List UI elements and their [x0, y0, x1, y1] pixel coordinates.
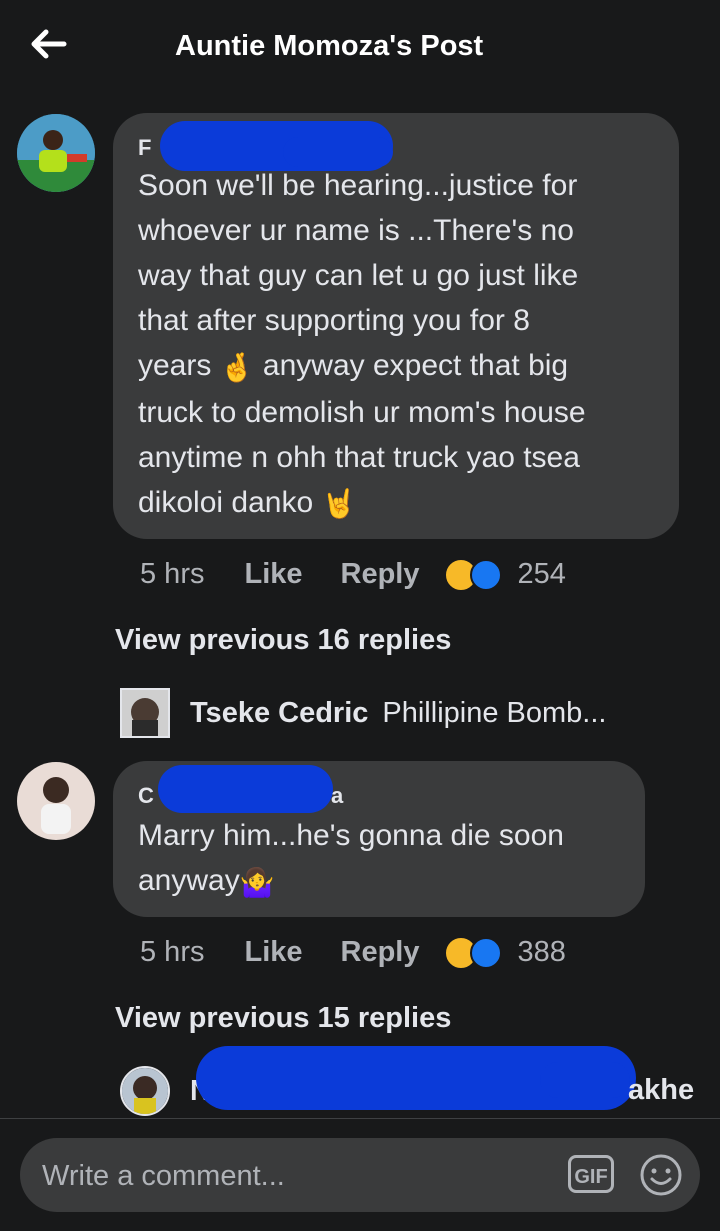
comment-time[interactable]: 5 hrs [140, 558, 204, 591]
reply-snippet: Phillipine Bomb... [382, 696, 607, 729]
person-gesturing-no-emoji: 🤷‍♀️ [239, 866, 275, 898]
comment-text: Marry him...he's gonna die soon anyway🤷‍… [138, 813, 564, 905]
like-reaction-icon [469, 937, 502, 969]
like-reaction-icon [469, 559, 502, 591]
back-button[interactable] [26, 24, 70, 64]
view-previous-replies[interactable]: View previous 15 replies [115, 1002, 451, 1035]
arrow-left-icon [31, 29, 67, 59]
comment-bubble[interactable]: F Soon we'll be hearing...justice for wh… [113, 113, 679, 539]
comment-text: Soon we'll be hearing...justice for whoe… [138, 163, 586, 526]
comment-input[interactable] [40, 1138, 564, 1214]
comment-time[interactable]: 5 hrs [140, 936, 204, 969]
divider [0, 1118, 720, 1119]
top-bar: Auntie Momoza's Post [0, 0, 720, 96]
comment-author[interactable]: C [138, 783, 154, 809]
comment-actions: 5 hrs Like Reply 388 [140, 932, 566, 972]
reply-button[interactable]: Reply [341, 936, 420, 969]
emoji-button[interactable] [638, 1152, 684, 1198]
comment-bubble[interactable]: C a Marry him...he's gonna die soon anyw… [113, 761, 645, 917]
avatar[interactable] [17, 114, 95, 192]
comment-actions: 5 hrs Like Reply 254 [140, 554, 566, 594]
like-button[interactable]: Like [244, 558, 302, 591]
avatar[interactable] [120, 688, 170, 738]
like-button[interactable]: Like [244, 936, 302, 969]
reactions-summary[interactable] [443, 558, 504, 592]
reaction-count[interactable]: 388 [518, 936, 566, 969]
smiley-icon [640, 1154, 682, 1196]
avatar[interactable] [17, 762, 95, 840]
avatar[interactable] [120, 1066, 170, 1116]
comment-composer: GIF [20, 1138, 700, 1214]
reaction-count[interactable]: 254 [518, 558, 566, 591]
reactions-summary[interactable] [443, 936, 504, 970]
gif-button[interactable]: GIF [568, 1155, 614, 1193]
page-title: Auntie Momoza's Post [175, 30, 484, 62]
horns-hand-emoji: 🤘 [321, 488, 357, 520]
redaction-mark [158, 765, 333, 813]
reply-button[interactable]: Reply [341, 558, 420, 591]
comment-author[interactable]: F [138, 135, 151, 161]
reply-author-suffix: akhe [628, 1074, 695, 1106]
crossed-fingers-emoji: 🤞 [219, 351, 255, 383]
reply-author[interactable]: Tseke Cedric [190, 697, 368, 730]
reply-preview[interactable]: Tseke Cedric Phillipine Bomb... [120, 688, 606, 738]
redaction-mark [540, 1062, 630, 1098]
view-previous-replies[interactable]: View previous 16 replies [115, 624, 451, 657]
